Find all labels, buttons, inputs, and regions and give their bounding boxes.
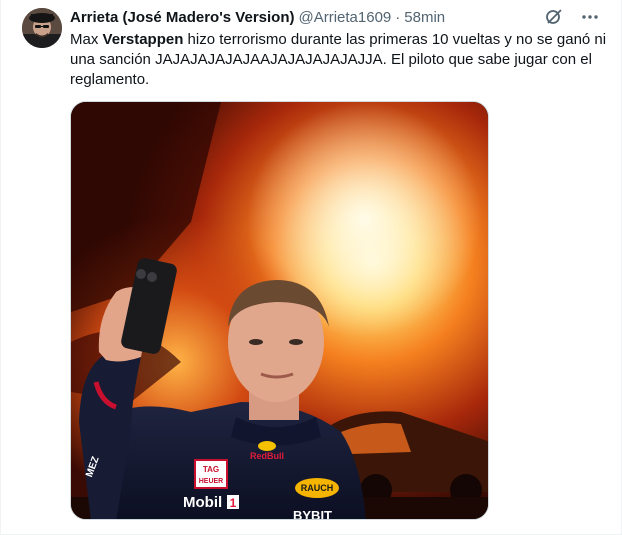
meme-image: TAG HEUER RedBull RAUCH Mobil 1 BYBIT ME… — [71, 102, 488, 520]
tweet-header: Arrieta (José Madero's Version) @Arrieta… — [70, 8, 445, 28]
tweet-text: Max Verstappen hizo terrorismo durante l… — [70, 30, 610, 90]
more-icon[interactable] — [579, 6, 601, 28]
tweet-text-part1: Max — [70, 31, 103, 48]
avatar-image — [22, 8, 62, 48]
display-name[interactable]: Arrieta (José Madero's Version) — [70, 8, 294, 28]
svg-text:TAG: TAG — [203, 465, 219, 474]
tweet-media-image[interactable]: TAG HEUER RedBull RAUCH Mobil 1 BYBIT ME… — [70, 101, 489, 520]
grok-icon[interactable] — [543, 6, 565, 28]
timestamp[interactable]: 58min — [404, 8, 445, 28]
rauch-logo: RAUCH — [295, 478, 339, 498]
svg-text:RAUCH: RAUCH — [301, 483, 334, 493]
separator-dot: · — [395, 9, 401, 26]
mobil1-logo: Mobil 1 — [183, 494, 239, 511]
tweet[interactable]: Arrieta (José Madero's Version) @Arrieta… — [0, 0, 622, 535]
header-actions — [543, 6, 601, 28]
svg-text:BYBIT: BYBIT — [293, 508, 332, 520]
svg-text:RedBull: RedBull — [250, 451, 284, 461]
bybit-logo: BYBIT — [293, 508, 332, 520]
avatar[interactable] — [22, 8, 62, 48]
svg-text:Mobil: Mobil — [183, 494, 222, 511]
tag-heuer-logo: TAG HEUER — [194, 459, 228, 489]
user-handle[interactable]: @Arrieta1609 — [298, 8, 391, 28]
tweet-text-bold: Verstappen — [102, 31, 184, 48]
svg-text:1: 1 — [230, 496, 237, 510]
svg-text:HEUER: HEUER — [199, 478, 224, 485]
